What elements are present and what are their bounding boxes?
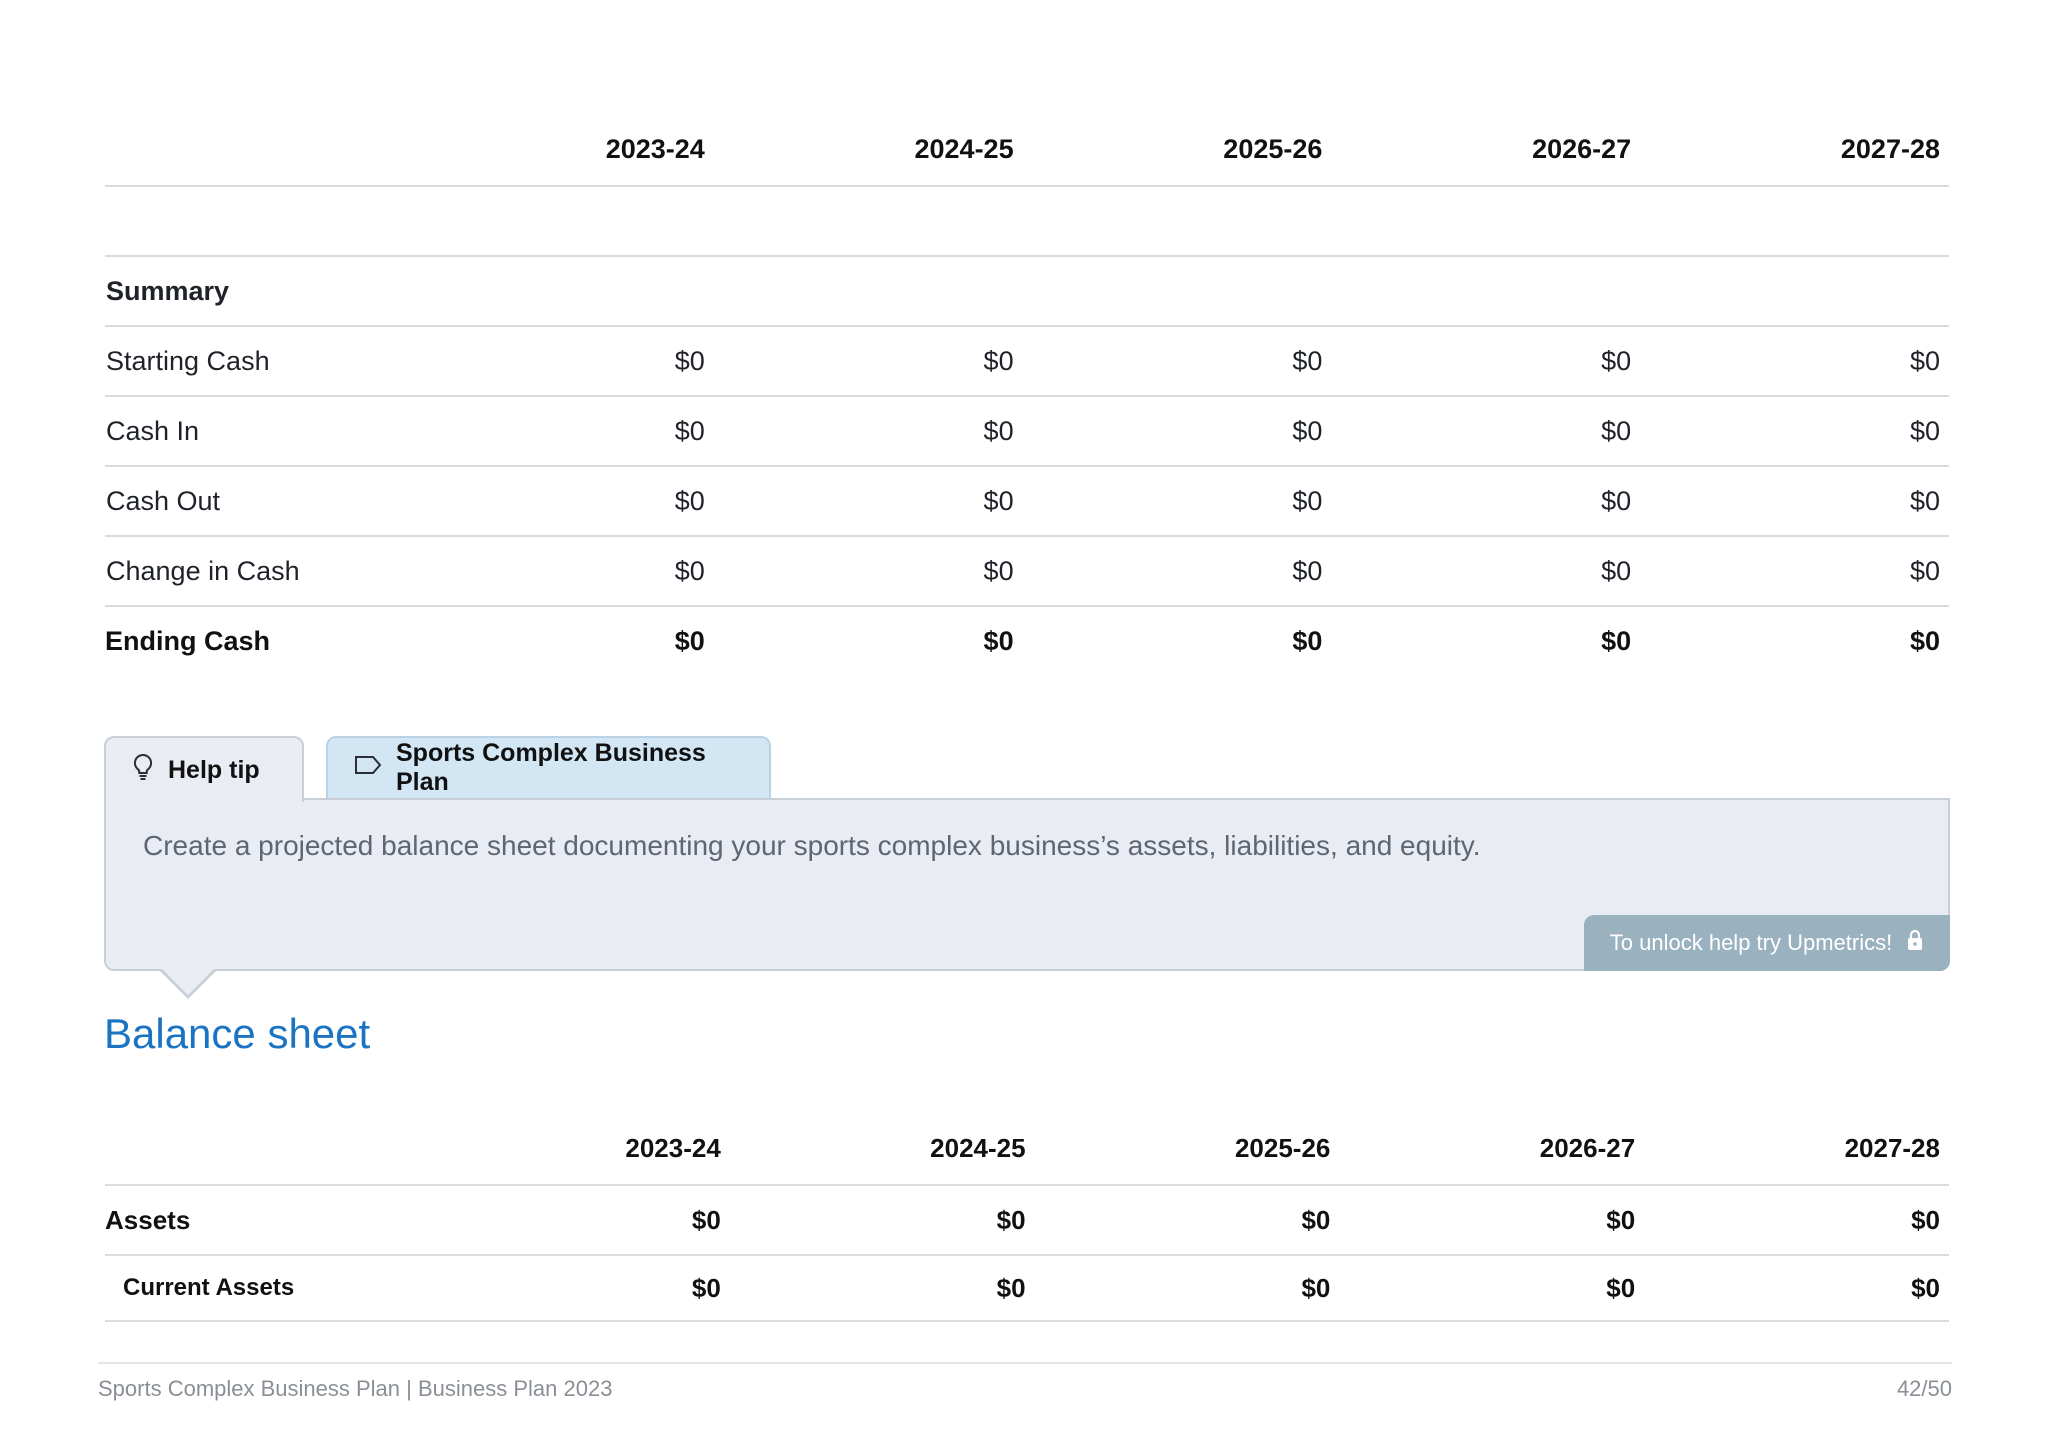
section-row-summary: Summary [105,257,1949,327]
value-cell: $0 [1606,1272,1636,1303]
value-cell: $0 [691,1272,721,1303]
row-label: Assets [105,1204,191,1235]
spacer-row [105,187,1949,257]
year-header: 2024-25 [914,134,1014,164]
lightbulb-icon [132,753,154,788]
value-cell: $0 [691,1204,721,1235]
value-cell: $0 [674,485,705,516]
tab-label: Sports Complex Business Plan [396,739,706,796]
total-row-ending-cash: Ending Cash $0 $0 $0 $0 $0 [105,607,1949,675]
year-header: 2026-27 [1539,1132,1636,1163]
row-label: Starting Cash [106,345,270,376]
year-header: 2025-26 [1234,1132,1331,1163]
total-value-cell: $0 [1909,625,1940,656]
total-value-cell: $0 [674,625,705,656]
help-tip-box: Create a projected balance sheet documen… [104,798,1950,971]
value-cell: $0 [1301,1204,1331,1235]
table-row-current-assets: Current Assets $0 $0 $0 $0 $0 [105,1256,1949,1322]
page-number: 42/50 [1896,1376,1952,1401]
total-value-cell: $0 [983,625,1014,656]
value-cell: $0 [1601,485,1632,516]
row-label: Cash Out [106,485,221,516]
value-cell: $0 [1909,485,1940,516]
value-cell: $0 [983,415,1014,446]
value-cell: $0 [674,555,705,586]
value-cell: $0 [983,555,1014,586]
value-cell: $0 [674,345,705,376]
tag-icon [354,754,382,783]
value-cell: $0 [1909,345,1940,376]
help-tip-text: Create a projected balance sheet documen… [143,830,1481,861]
table-row-assets: Assets $0 $0 $0 $0 $0 [105,1186,1949,1256]
year-header: 2023-24 [605,134,705,164]
unlock-help-button[interactable]: To unlock help try Upmetrics! [1584,915,1950,971]
table-row: Change in Cash $0 $0 $0 $0 $0 [105,537,1949,607]
value-cell: $0 [674,415,705,446]
year-header: 2026-27 [1532,134,1632,164]
value-cell: $0 [996,1204,1026,1235]
balance-sheet-header-row: 2023-24 2024-25 2025-26 2026-27 2027-28 [105,1112,1949,1186]
table-row: Cash In $0 $0 $0 $0 $0 [105,397,1949,467]
value-cell: $0 [983,345,1014,376]
lock-icon [1906,929,1924,957]
value-cell: $0 [1911,1272,1940,1303]
cash-flow-table: 2023-24 2024-25 2025-26 2026-27 2027-28 … [105,114,1949,675]
footer-document-title: Sports Complex Business Plan | Business … [98,1376,613,1401]
help-tip-tabs: Help tip Sports Complex Business Plan [104,736,771,802]
footer-divider [98,1362,1952,1364]
value-cell: $0 [1601,345,1632,376]
unlock-label: To unlock help try Upmetrics! [1609,930,1893,955]
year-header: 2025-26 [1223,134,1323,164]
total-value-cell: $0 [1601,625,1632,656]
cash-flow-header-row: 2023-24 2024-25 2025-26 2026-27 2027-28 [105,114,1949,187]
value-cell: $0 [1292,485,1323,516]
value-cell: $0 [1606,1204,1636,1235]
balance-sheet-table: 2023-24 2024-25 2025-26 2026-27 2027-28 … [105,1112,1949,1322]
value-cell: $0 [996,1272,1026,1303]
value-cell: $0 [1911,1204,1940,1235]
value-cell: $0 [1909,415,1940,446]
year-header: 2023-24 [625,1132,721,1163]
table-row: Starting Cash $0 $0 $0 $0 $0 [105,327,1949,397]
year-header: 2027-28 [1844,1132,1940,1163]
value-cell: $0 [1292,415,1323,446]
total-value-cell: $0 [1292,625,1323,656]
help-tip-pointer [158,967,218,999]
row-label: Cash In [106,415,200,446]
row-label: Current Assets [123,1274,295,1301]
value-cell: $0 [1292,555,1323,586]
section-label: Summary [106,275,230,306]
tab-label: Help tip [168,755,260,784]
table-row: Cash Out $0 $0 $0 $0 $0 [105,467,1949,537]
balance-sheet-title: Balance sheet [104,1010,371,1057]
tab-help-tip[interactable]: Help tip [104,736,304,802]
value-cell: $0 [983,485,1014,516]
value-cell: $0 [1292,345,1323,376]
value-cell: $0 [1909,555,1940,586]
value-cell: $0 [1601,555,1632,586]
total-label: Ending Cash [105,625,271,656]
tab-business-plan[interactable]: Sports Complex Business Plan [326,736,771,798]
value-cell: $0 [1301,1272,1331,1303]
year-header: 2024-25 [930,1132,1026,1163]
year-header: 2027-28 [1840,134,1940,164]
value-cell: $0 [1601,415,1632,446]
row-label: Change in Cash [106,555,300,586]
